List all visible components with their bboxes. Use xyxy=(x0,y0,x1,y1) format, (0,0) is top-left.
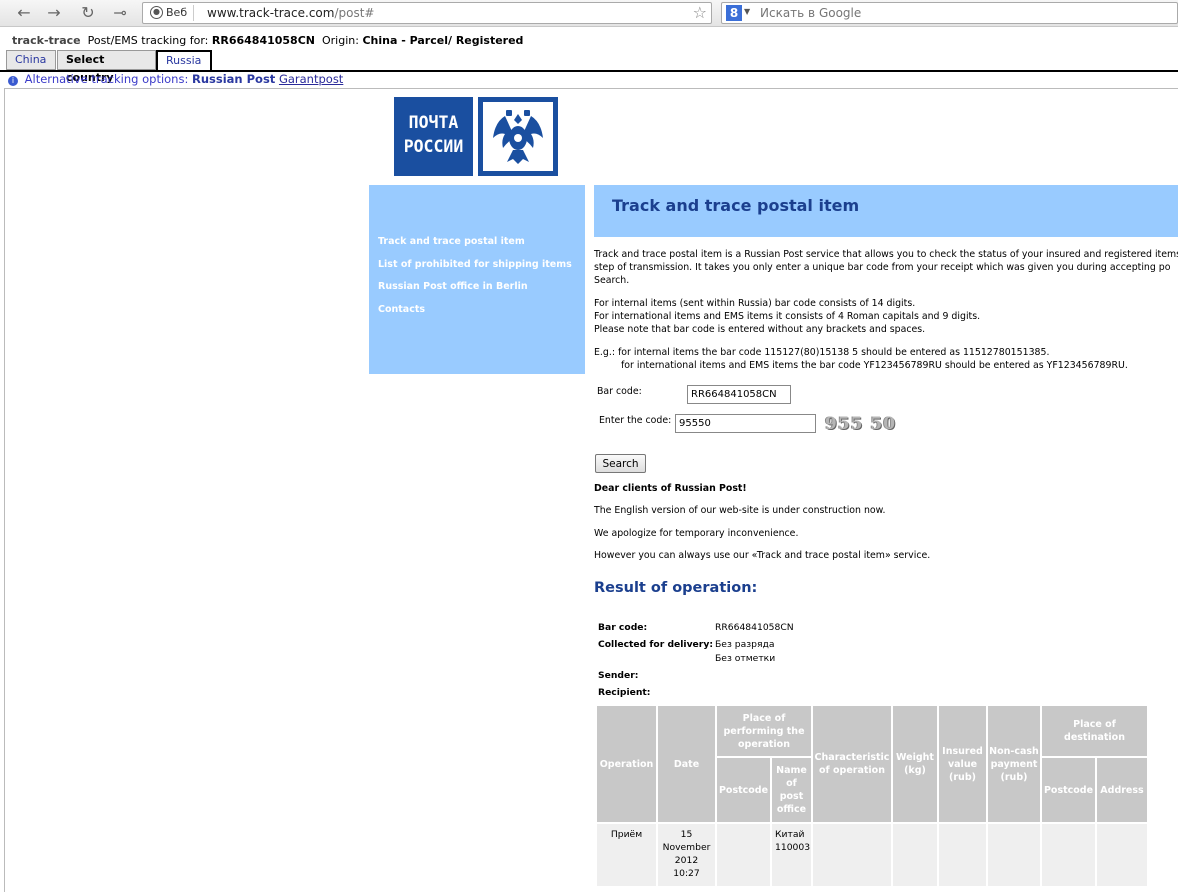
tracking-number: RR664841058CN xyxy=(211,34,315,47)
key-icon[interactable]: ⊸ xyxy=(108,3,132,23)
chevron-down-icon[interactable]: ▼ xyxy=(744,7,750,16)
tab-select-country[interactable]: Select country xyxy=(57,50,156,84)
intro-line-2: step of transmission. It takes you only … xyxy=(594,262,1171,273)
search-engine-chip[interactable]: ● Веб xyxy=(146,5,195,21)
tracking-header: track-trace Post/EMS tracking for: RR664… xyxy=(12,34,523,47)
menu-item-contacts[interactable]: Contacts xyxy=(369,303,585,326)
tab-russia[interactable]: Russia xyxy=(156,50,212,72)
cell-postcode xyxy=(717,824,770,886)
col-weight: Weight (kg) xyxy=(893,706,937,822)
tab-china[interactable]: China xyxy=(6,50,56,70)
cell-insured xyxy=(939,824,986,886)
captcha-input[interactable] xyxy=(675,414,816,433)
notice-line-3: However you can always use our «Track an… xyxy=(594,550,931,561)
cell-noncash xyxy=(988,824,1040,886)
result-title: Result of operation: xyxy=(594,580,758,596)
intro-line-1: Track and trace postal item is a Russian… xyxy=(594,249,1178,260)
url-text[interactable]: www.track-trace.com/post# xyxy=(207,6,374,20)
collected-value-2: Без отметки xyxy=(715,653,776,664)
col-dest-postcode: Postcode xyxy=(1042,758,1095,822)
result-barcode-value: RR664841058CN xyxy=(715,622,794,633)
browser-search-input[interactable] xyxy=(760,4,1160,22)
address-bar[interactable]: ● Веб www.track-trace.com/post# ☆ xyxy=(142,2,712,24)
google-logo-icon[interactable]: 8 xyxy=(726,5,742,21)
col-characteristic: Characteristic of operation xyxy=(813,706,891,822)
info-icon: i xyxy=(8,76,18,86)
menu-item-berlin-office[interactable]: Russian Post office in Berlin xyxy=(369,280,585,303)
alt-russian-post[interactable]: Russian Post xyxy=(192,72,275,86)
page-title: Track and trace postal item xyxy=(612,196,860,215)
recipient-label: Recipient: xyxy=(598,687,651,698)
notice-line-1: The English version of our web-site is u… xyxy=(594,505,886,516)
intro-line-3: Search. xyxy=(594,275,630,286)
collected-label: Collected for delivery: xyxy=(598,639,713,650)
origin-value: China - Parcel/ Registered xyxy=(362,34,524,47)
cell-date: 15 November 2012 10:27 xyxy=(658,824,715,886)
reload-icon[interactable]: ↻ xyxy=(78,3,98,23)
cell-characteristic xyxy=(813,824,891,886)
cell-address xyxy=(1097,824,1147,886)
col-place-performing: Place of performing the operation xyxy=(717,706,811,756)
col-office-name: Name of post office xyxy=(772,758,811,822)
cell-weight xyxy=(893,824,937,886)
back-arrow-icon[interactable]: ← xyxy=(14,3,34,23)
cell-dest-postcode xyxy=(1042,824,1095,886)
captcha-image: 955 50 xyxy=(825,414,897,434)
cell-operation: Приём xyxy=(597,824,656,886)
alt-label: Alternative tracking options: xyxy=(24,72,189,86)
bookmark-star-icon[interactable]: ☆ xyxy=(693,3,707,23)
table-row: Приём 15 November 2012 10:27 Китай 11000… xyxy=(597,824,1147,886)
alt-garantpost-link[interactable]: Garantpost xyxy=(279,72,343,86)
barcode-input[interactable] xyxy=(687,385,791,404)
origin-label: Origin: xyxy=(322,34,359,47)
example-line-1: E.g.: for internal items the bar code 11… xyxy=(594,347,1050,358)
sender-label: Sender: xyxy=(598,670,639,681)
brand-name: track-trace xyxy=(12,34,81,47)
rule-line-1: For internal items (sent within Russia) … xyxy=(594,298,916,309)
col-address: Address xyxy=(1097,758,1147,822)
cell-office: Китай 110003 xyxy=(772,824,811,886)
example-line-2: for international items and EMS items th… xyxy=(621,360,1128,371)
operations-table: Operation Date Place of performing the o… xyxy=(595,704,1149,888)
notice-line-2: We apologize for temporary inconvenience… xyxy=(594,528,799,539)
result-barcode-label: Bar code: xyxy=(598,622,648,633)
browser-toolbar: ← → ↻ ⊸ ● Веб www.track-trace.com/post# … xyxy=(0,0,1178,27)
forward-arrow-icon[interactable]: → xyxy=(44,3,64,23)
menu-item-prohibited-items[interactable]: List of prohibited for shipping items xyxy=(369,258,585,281)
eagle-emblem-icon xyxy=(478,97,558,176)
col-postcode: Postcode xyxy=(717,758,770,822)
russian-post-logo[interactable]: ПОЧТА РОССИИ xyxy=(394,97,473,176)
chip-label: Веб xyxy=(166,6,188,19)
left-navigation: Track and trace postal item List of proh… xyxy=(369,185,585,374)
alternative-tracking: i Alternative tracking options: Russian … xyxy=(8,72,343,86)
tracking-label: Post/EMS tracking for: xyxy=(87,34,209,47)
menu-item-track-trace[interactable]: Track and trace postal item xyxy=(369,235,585,258)
rule-line-3: Please note that bar code is entered wit… xyxy=(594,324,926,335)
col-operation: Operation xyxy=(597,706,656,822)
rule-line-2: For international items and EMS items it… xyxy=(594,311,981,322)
col-noncash: Non-cash payment (rub) xyxy=(988,706,1040,822)
browser-search-box[interactable]: 8 ▼ xyxy=(721,2,1178,24)
search-button[interactable]: Search xyxy=(595,454,646,473)
col-date: Date xyxy=(658,706,715,822)
code-label: Enter the code: xyxy=(599,415,672,426)
globe-icon: ● xyxy=(150,6,163,19)
notice-title: Dear clients of Russian Post! xyxy=(594,483,747,494)
col-place-destination: Place of destination xyxy=(1042,706,1147,756)
collected-value-1: Без разряда xyxy=(715,639,775,650)
page-header-band: Track and trace postal item xyxy=(594,185,1178,237)
barcode-label: Bar code: xyxy=(597,386,642,397)
col-insured: Insured value (rub) xyxy=(939,706,986,822)
